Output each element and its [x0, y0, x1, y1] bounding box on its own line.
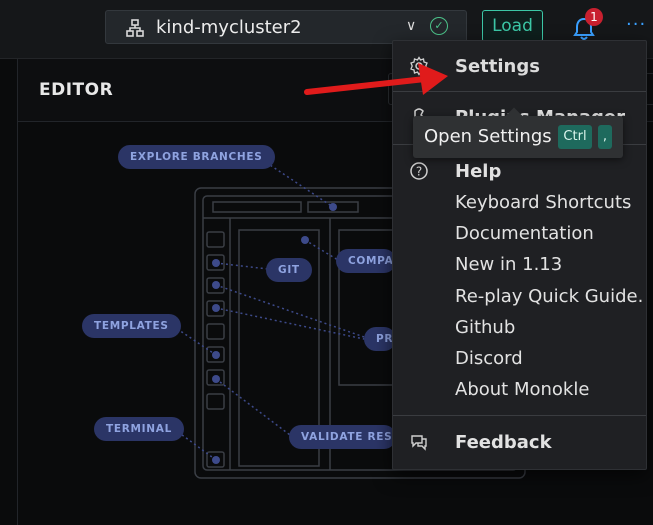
- gear-icon: [410, 56, 428, 76]
- help-icon: ?: [410, 162, 428, 180]
- tooltip-text: Open Settings: [424, 126, 552, 147]
- editor-title: EDITOR: [39, 80, 114, 100]
- kbd-comma: ,: [598, 125, 612, 149]
- feedback-icon: [411, 435, 427, 451]
- label-templates: TEMPLATES: [82, 314, 181, 338]
- label-git: GIT: [266, 258, 312, 282]
- cluster-selector[interactable]: kind-mycluster2 ∨ ✓: [105, 10, 467, 44]
- menu-item-new-in[interactable]: New in 1.13: [455, 254, 562, 275]
- menu-item-github[interactable]: Github: [455, 317, 515, 338]
- label-explore-branches: EXPLORE BRANCHES: [118, 145, 275, 169]
- more-menu-icon[interactable]: ···: [626, 14, 646, 35]
- menu-item-keyboard-shortcuts[interactable]: Keyboard Shortcuts: [455, 192, 631, 213]
- chevron-down-icon[interactable]: ∨: [406, 18, 416, 34]
- menu-item-feedback[interactable]: Feedback: [455, 432, 552, 453]
- cluster-network-icon: [126, 19, 144, 37]
- label-compare: COMPA: [336, 249, 396, 273]
- svg-text:?: ?: [416, 165, 422, 179]
- menu-item-help[interactable]: Help: [455, 161, 501, 182]
- menu-item-settings[interactable]: Settings: [455, 56, 540, 77]
- load-button[interactable]: Load: [482, 10, 543, 42]
- menu-divider: [393, 91, 646, 92]
- menu-divider: [393, 415, 646, 416]
- label-terminal: TERMINAL: [94, 417, 184, 441]
- settings-tooltip: Open Settings Ctrl ,: [413, 107, 623, 158]
- menu-item-documentation[interactable]: Documentation: [455, 223, 594, 244]
- label-validate-resources: VALIDATE RESOU: [289, 425, 396, 449]
- kbd-ctrl: Ctrl: [558, 125, 592, 149]
- more-menu-dropdown: Settings Plugins Manager ? Help Keyboard…: [392, 40, 647, 470]
- menu-item-replay-guide[interactable]: Re-play Quick Guide.: [455, 286, 643, 307]
- notification-badge: 1: [585, 8, 603, 26]
- check-circle-icon: ✓: [430, 17, 448, 35]
- menu-item-about[interactable]: About Monokle: [455, 379, 589, 400]
- cluster-name: kind-mycluster2: [156, 17, 302, 38]
- menu-item-discord[interactable]: Discord: [455, 348, 523, 369]
